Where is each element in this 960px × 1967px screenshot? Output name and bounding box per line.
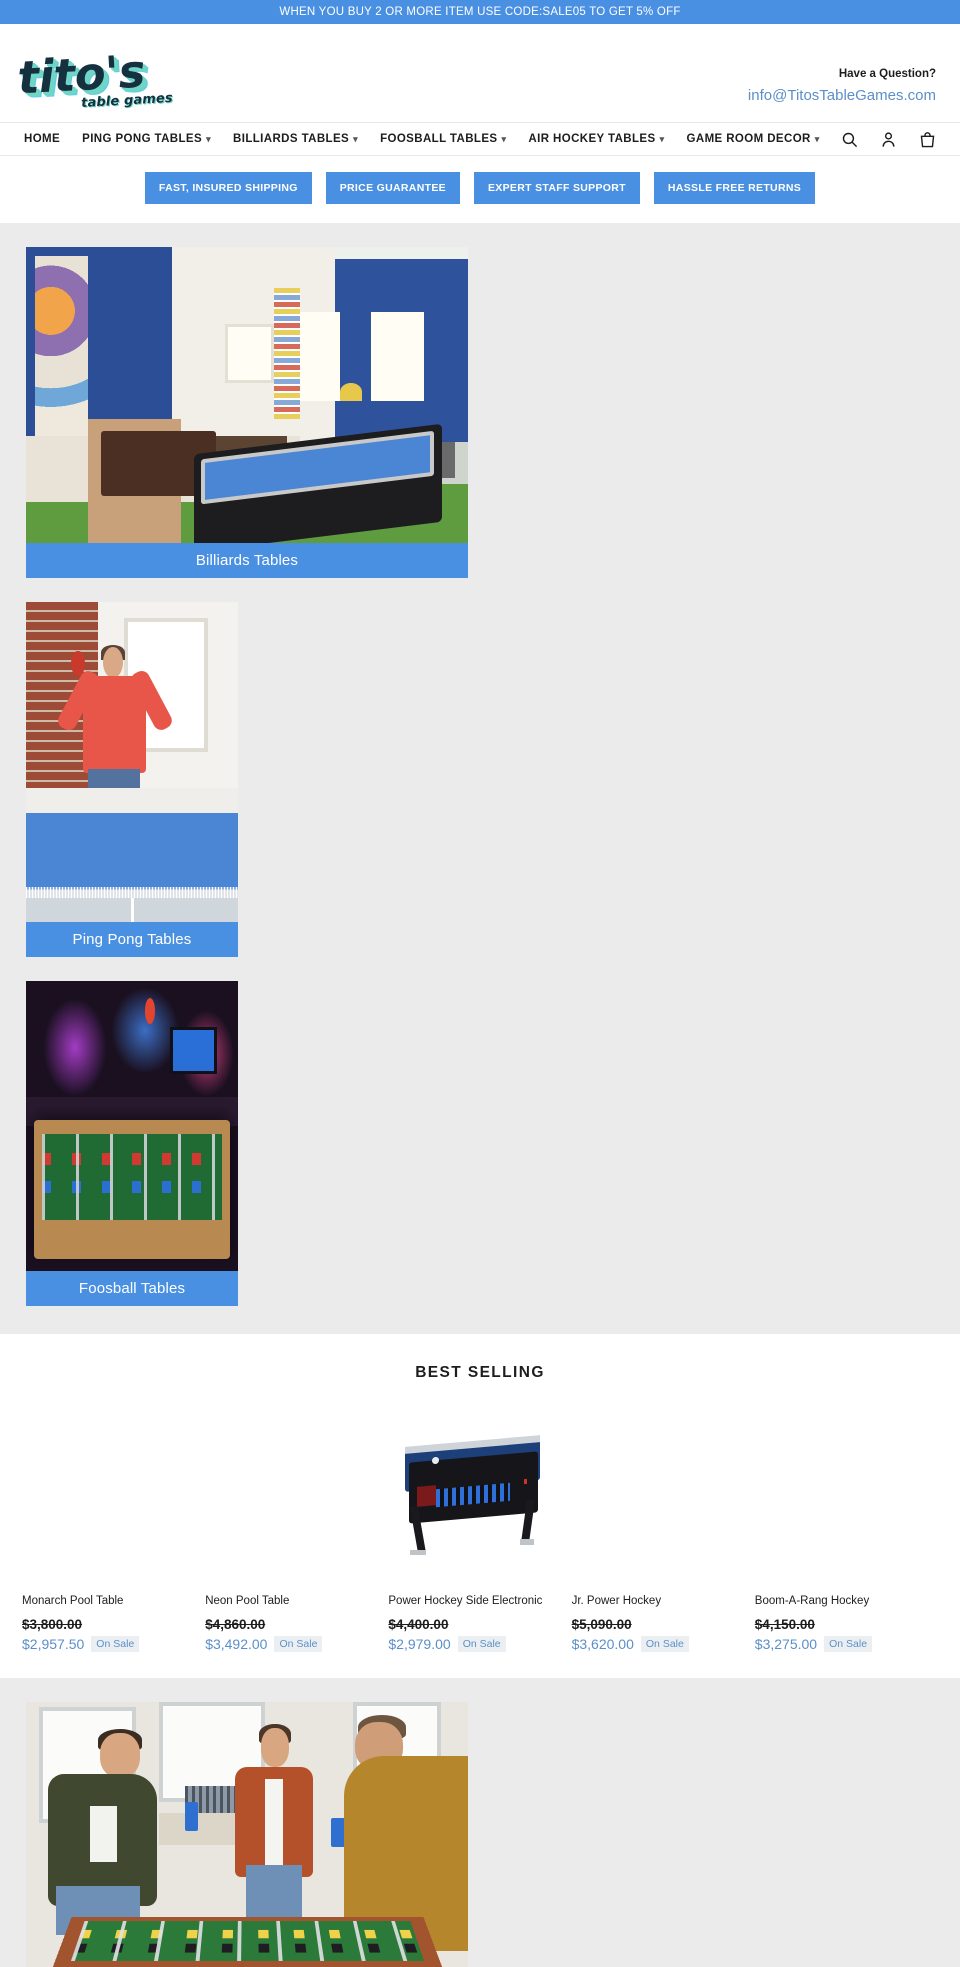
product-title: Jr. Power Hockey — [571, 1595, 662, 1607]
nav-item-billiards-tables[interactable]: BILLIARDS TABLES ▾ — [233, 133, 358, 145]
nav-list: HOME PING PONG TABLES ▾ BILLIARDS TABLES… — [24, 133, 841, 145]
hero-image-friends-foosball[interactable] — [26, 1701, 468, 1967]
product-price-line: $3,275.00 On Sale — [754, 1635, 924, 1652]
product-price-sale: $3,492.00 — [205, 1635, 268, 1652]
nav-item-label: AIR HOCKEY TABLES — [528, 133, 656, 145]
product-price-original: $5,090.00 — [571, 1616, 632, 1632]
collection-label: Ping Pong Tables — [26, 922, 238, 957]
product-price-sale: $2,979.00 — [388, 1635, 451, 1652]
product-title: Power Hockey Side Electronic — [388, 1595, 543, 1607]
collection-image-billiards — [26, 247, 468, 543]
product-image — [388, 1404, 558, 1582]
product-price-sale: $3,620.00 — [571, 1635, 634, 1652]
cart-icon[interactable] — [919, 131, 936, 148]
feature-fast-insured-shipping[interactable]: FAST, INSURED SHIPPING — [144, 172, 312, 204]
nav-item-home[interactable]: HOME — [24, 133, 60, 145]
product-card[interactable]: Monarch Pool Table $3,800.00 $2,957.50 O… — [22, 1404, 205, 1652]
collection-card-billiards-tables[interactable]: Billiards Tables — [26, 247, 468, 578]
nav-item-game-room-decor[interactable]: GAME ROOM DECOR ▾ — [687, 133, 820, 145]
status-badge: On Sale — [824, 1635, 873, 1652]
status-badge: On Sale — [457, 1635, 506, 1652]
chevron-down-icon: ▾ — [206, 133, 212, 144]
site-header: tito's table games Have a Question? info… — [0, 24, 960, 122]
product-price-original: $4,400.00 — [388, 1616, 449, 1632]
collection-image-foosball — [26, 981, 238, 1271]
collection-label: Foosball Tables — [26, 1271, 238, 1306]
product-image — [755, 1404, 924, 1582]
best-selling-section: BEST SELLING Monarch Pool Table $3,800.0… — [0, 1334, 960, 1678]
product-title: Neon Pool Table — [205, 1595, 290, 1607]
feature-hassle-free-returns[interactable]: HASSLE FREE RETURNS — [653, 172, 816, 204]
product-title: Boom-A-Rang Hockey — [754, 1595, 870, 1607]
nav-item-label: GAME ROOM DECOR — [686, 133, 811, 145]
site-logo[interactable]: tito's table games — [16, 44, 215, 118]
status-badge: On Sale — [274, 1635, 323, 1652]
nav-icon-group — [841, 131, 936, 148]
air-hockey-table-illustration — [388, 1404, 558, 1582]
collection-card-ping-pong-tables[interactable]: Ping Pong Tables — [26, 602, 238, 957]
page-root: WHEN YOU BUY 2 OR MORE ITEM USE CODE:SAL… — [0, 0, 960, 1967]
product-list: Monarch Pool Table $3,800.00 $2,957.50 O… — [0, 1404, 960, 1652]
nav-item-label: BILLIARDS TABLES — [233, 133, 350, 145]
collection-card-foosball-tables[interactable]: Foosball Tables — [26, 981, 238, 1306]
feature-expert-staff-support[interactable]: EXPERT STAFF SUPPORT — [473, 172, 640, 204]
account-icon[interactable] — [880, 131, 897, 148]
section-title: BEST SELLING — [415, 1364, 545, 1381]
status-badge: On Sale — [640, 1635, 689, 1652]
main-navigation: HOME PING PONG TABLES ▾ BILLIARDS TABLES… — [0, 122, 960, 156]
feature-price-guarantee[interactable]: PRICE GUARANTEE — [325, 172, 460, 204]
product-price-original: $4,150.00 — [754, 1616, 815, 1632]
nav-item-label: PING PONG TABLES — [82, 133, 203, 145]
feature-badge-row: FAST, INSURED SHIPPING PRICE GUARANTEE E… — [0, 156, 960, 223]
product-price-line: $2,979.00 On Sale — [388, 1635, 557, 1652]
product-image — [205, 1404, 374, 1582]
logo-wordmark: tito's — [16, 44, 147, 105]
nav-item-label: HOME — [24, 133, 61, 145]
product-price-sale: $2,957.50 — [22, 1635, 85, 1652]
contact-email-link[interactable]: info@TitosTableGames.com — [748, 85, 936, 108]
product-price-sale: $3,275.00 — [754, 1635, 818, 1652]
nav-item-air-hockey-tables[interactable]: AIR HOCKEY TABLES ▾ — [528, 133, 664, 145]
product-card[interactable]: Boom-A-Rang Hockey $4,150.00 $3,275.00 O… — [755, 1404, 938, 1652]
announcement-text: WHEN YOU BUY 2 OR MORE ITEM USE CODE:SAL… — [279, 6, 681, 18]
product-card[interactable]: Power Hockey Side Electronic $4,400.00 $… — [388, 1404, 571, 1652]
product-price-original: $3,800.00 — [22, 1616, 83, 1632]
collection-grid: Billiards Tables Ping Pong Tables Foosba… — [0, 223, 960, 1334]
chevron-down-icon: ▾ — [659, 133, 665, 144]
product-title: Monarch Pool Table — [22, 1595, 124, 1607]
header-contact: Have a Question? info@TitosTableGames.co… — [748, 66, 936, 108]
product-price-original: $4,860.00 — [205, 1616, 266, 1632]
announcement-bar: WHEN YOU BUY 2 OR MORE ITEM USE CODE:SAL… — [0, 0, 960, 24]
product-image — [22, 1404, 191, 1582]
product-card[interactable]: Jr. Power Hockey $5,090.00 $3,620.00 On … — [572, 1404, 755, 1652]
product-price-line: $3,492.00 On Sale — [205, 1635, 374, 1652]
status-badge: On Sale — [91, 1635, 140, 1652]
nav-item-foosball-tables[interactable]: FOOSBALL TABLES ▾ — [380, 133, 506, 145]
chevron-down-icon: ▾ — [353, 133, 359, 144]
nav-item-label: FOOSBALL TABLES — [380, 133, 498, 145]
product-card[interactable]: Neon Pool Table $4,860.00 $3,492.00 On S… — [205, 1404, 388, 1652]
product-price-line: $3,620.00 On Sale — [571, 1635, 741, 1652]
product-price-line: $2,957.50 On Sale — [22, 1635, 191, 1652]
search-icon[interactable] — [841, 131, 858, 148]
chevron-down-icon: ▾ — [814, 133, 820, 144]
chevron-down-icon: ▾ — [501, 133, 507, 144]
product-image — [572, 1404, 741, 1582]
bottom-hero-section — [0, 1677, 960, 1967]
collection-label: Billiards Tables — [26, 543, 468, 578]
collection-image-ping-pong — [26, 602, 238, 922]
nav-item-ping-pong-tables[interactable]: PING PONG TABLES ▾ — [82, 133, 211, 145]
contact-question: Have a Question? — [838, 68, 936, 80]
